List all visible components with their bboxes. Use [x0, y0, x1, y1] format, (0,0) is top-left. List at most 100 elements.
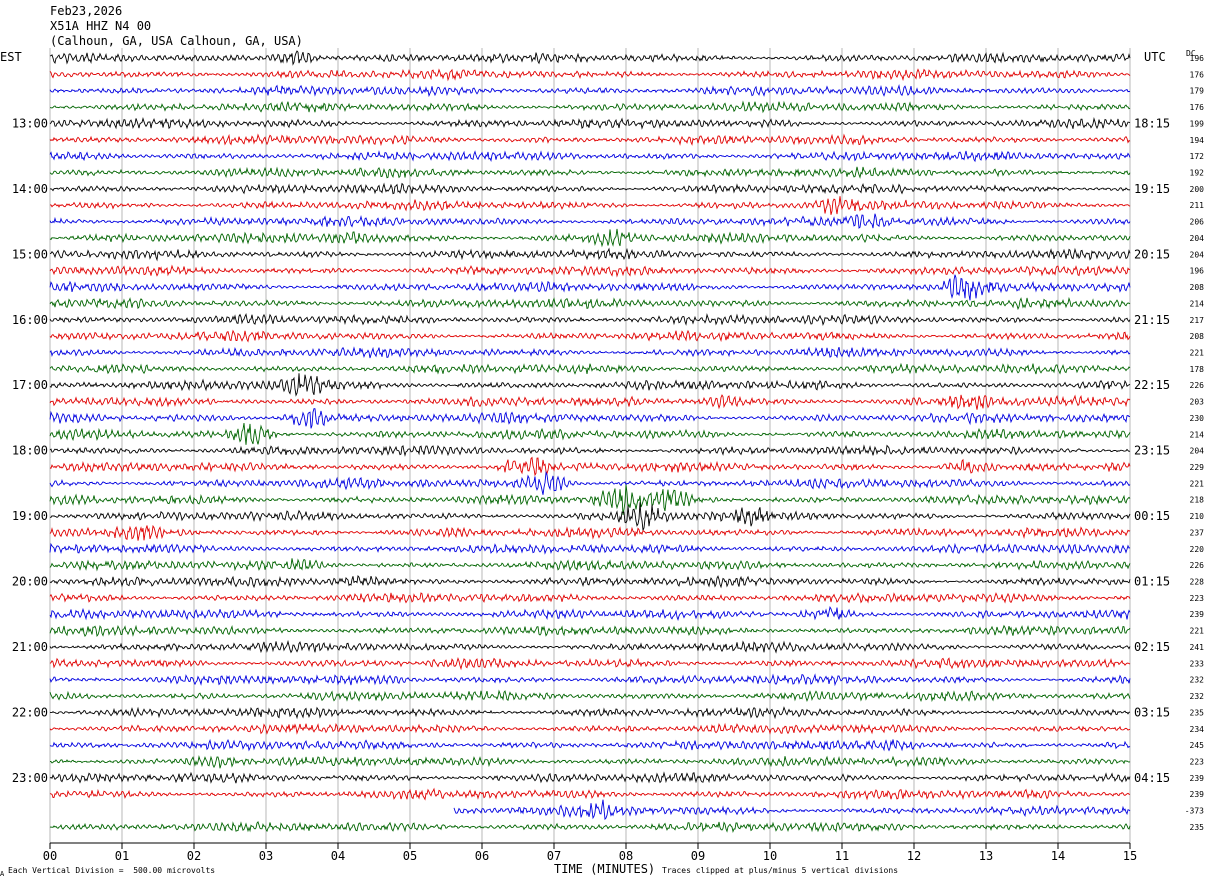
trace-line-35	[49, 624, 1131, 638]
dc-offset-value: 192	[1190, 169, 1205, 178]
right-time-label: 00:15	[1134, 509, 1170, 523]
seismic-traces	[49, 50, 1131, 834]
dc-offset-value: 229	[1190, 463, 1205, 472]
trace-line-13	[49, 264, 1131, 278]
helicorder-plot: 00 01 02 03 04 05 06 07 08 09 10 11 12 13 14 15 13:00 14…	[12, 48, 1205, 863]
x-tick-label-01: 01	[115, 849, 129, 863]
dc-offset-value: 223	[1190, 757, 1205, 766]
left-time-label: 20:00	[12, 575, 48, 589]
right-time-label: 20:15	[1134, 247, 1170, 261]
trace-line-41	[49, 722, 1131, 735]
trace-line-28	[49, 502, 1131, 532]
dc-offset-value: 241	[1190, 643, 1205, 652]
dc-offset-value: 235	[1190, 708, 1205, 717]
left-time-label: 19:00	[12, 509, 48, 523]
dc-offset-value: 204	[1190, 234, 1205, 243]
right-time-label: 22:15	[1134, 378, 1170, 392]
x-tick-label-05: 05	[403, 849, 417, 863]
dc-offset-value: 223	[1190, 594, 1205, 603]
dc-offset-value: 214	[1190, 430, 1205, 439]
trace-line-46	[453, 799, 1131, 821]
trace-line-8	[49, 182, 1131, 195]
trace-line-18	[49, 346, 1131, 359]
dc-offset-value: 232	[1190, 692, 1205, 701]
trace-line-12	[49, 247, 1131, 262]
dc-offset-value: 179	[1190, 87, 1205, 96]
trace-line-4	[49, 116, 1131, 130]
dc-offset-value: 220	[1190, 545, 1205, 554]
right-time-label: 19:15	[1134, 182, 1170, 196]
trace-line-37	[49, 656, 1131, 671]
right-time-label: 04:15	[1134, 771, 1170, 785]
x-tick-label-00: 00	[43, 849, 57, 863]
x-tick-label-11: 11	[835, 849, 849, 863]
right-time-label: 03:15	[1134, 705, 1170, 719]
right-time-label: 18:15	[1134, 116, 1170, 130]
dc-offset-value: 234	[1190, 725, 1205, 734]
trace-line-32	[49, 574, 1131, 589]
dc-offset-value: 206	[1190, 218, 1205, 227]
right-time-label: 02:15	[1134, 640, 1170, 654]
vertical-division-note: Each Vertical Division = 500.00 microvol…	[8, 866, 216, 875]
trace-line-9	[50, 196, 1131, 215]
dc-offset-value: 232	[1190, 676, 1205, 685]
dc-offset-value: 208	[1190, 332, 1205, 341]
dc-offset-value: 214	[1190, 299, 1205, 308]
x-tick-label-08: 08	[619, 849, 633, 863]
left-time-label: 17:00	[12, 378, 48, 392]
trace-line-11	[49, 228, 1131, 248]
dc-offset-value: 230	[1190, 414, 1205, 423]
dc-offset-value: 235	[1190, 823, 1205, 832]
dc-offset-value: 239	[1190, 790, 1205, 799]
x-tick-label-04: 04	[331, 849, 345, 863]
left-time-label: 18:00	[12, 444, 48, 458]
x-axis-title: TIME (MINUTES)	[554, 862, 656, 876]
dc-offset-value: 172	[1190, 152, 1205, 161]
trace-line-3	[50, 100, 1131, 114]
x-tick-label-06: 06	[475, 849, 489, 863]
x-axis: 00 01 02 03 04 05 06 07 08 09 10 11 12 13 14 15	[43, 842, 1137, 863]
left-time-label: 14:00	[12, 182, 48, 196]
dc-offset-value: -373	[1185, 807, 1204, 816]
dc-offset-value: 221	[1190, 348, 1205, 357]
dc-offset-value: 178	[1190, 365, 1205, 374]
minute-gridlines	[49, 48, 1131, 843]
left-time-label: 16:00	[12, 313, 48, 327]
dc-offset-value: 237	[1190, 528, 1205, 537]
x-tick-label-13: 13	[979, 849, 993, 863]
left-time-label: 22:00	[12, 705, 48, 719]
dc-offset-value: 199	[1190, 119, 1205, 128]
x-tick-label-15: 15	[1123, 849, 1137, 863]
dc-offset-value: 226	[1190, 381, 1205, 390]
dc-offset-value: 204	[1190, 447, 1205, 456]
trace-line-20	[49, 373, 1131, 397]
corner-mark: A	[0, 870, 5, 878]
trace-line-36	[49, 639, 1131, 654]
x-tick-label-07: 07	[547, 849, 561, 863]
trace-line-27	[49, 484, 1131, 515]
left-time-label: 15:00	[12, 247, 48, 261]
trace-line-1	[49, 68, 1131, 82]
dc-offset-value: 204	[1190, 250, 1205, 259]
dc-offset-value: 221	[1190, 479, 1205, 488]
trace-line-21	[49, 394, 1131, 410]
trace-line-15	[49, 296, 1131, 311]
trace-line-6	[49, 150, 1131, 163]
trace-line-45	[49, 787, 1131, 801]
left-time-label: 13:00	[12, 116, 48, 130]
trace-line-5	[49, 133, 1131, 147]
x-tick-label-09: 09	[691, 849, 705, 863]
trace-line-30	[49, 542, 1131, 555]
dc-offset-value: 210	[1190, 512, 1205, 521]
dc-offset-value: 194	[1190, 136, 1205, 145]
dc-offset-value: 239	[1190, 774, 1205, 783]
dc-offset-value: 221	[1190, 627, 1205, 636]
trace-line-26	[49, 470, 1131, 495]
trace-line-31	[49, 558, 1131, 572]
trace-line-7	[49, 166, 1131, 179]
trace-line-24	[49, 444, 1131, 457]
trace-line-44	[49, 771, 1131, 784]
trace-line-23	[49, 423, 1131, 445]
trace-line-39	[49, 689, 1131, 703]
trace-line-19	[49, 362, 1131, 375]
